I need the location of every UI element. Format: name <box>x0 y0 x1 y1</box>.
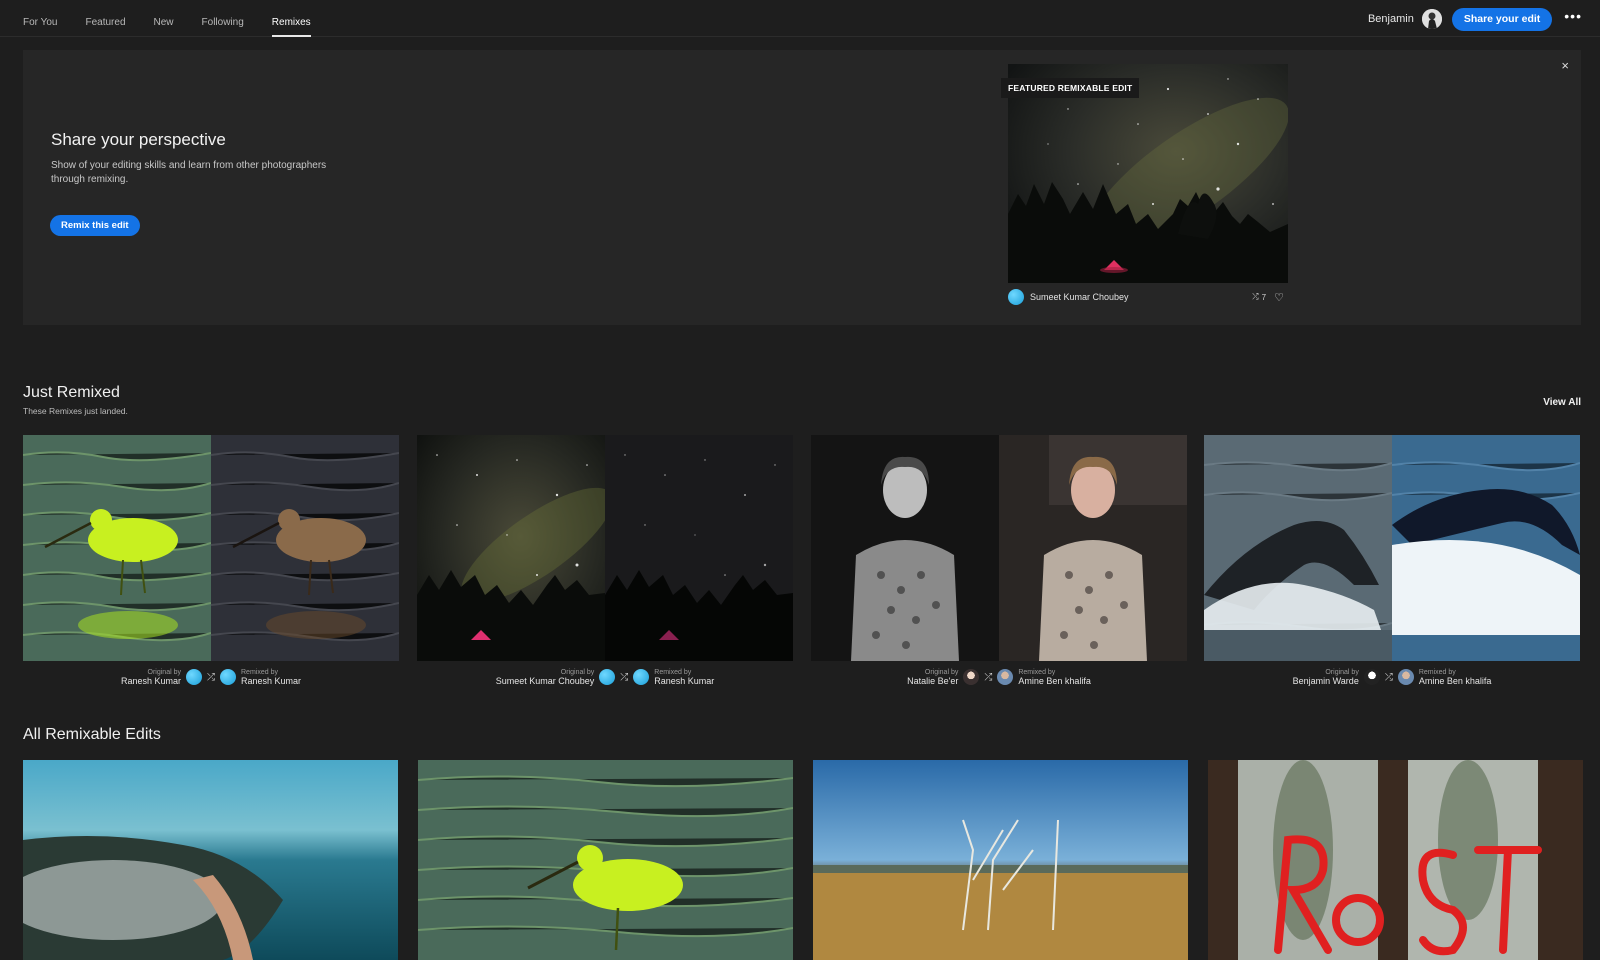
original-avatar[interactable] <box>963 669 980 685</box>
remix-icon: ⤮ <box>1252 292 1259 301</box>
featured-meta: Sumeet Kumar Choubey ⤮ 7 ♡ <box>1008 288 1284 306</box>
just-remixed-subtitle: These Remixes just landed. <box>23 406 128 416</box>
original-avatar[interactable] <box>599 669 616 685</box>
author-avatar[interactable] <box>1008 289 1024 305</box>
remix-icon: ⤮ <box>207 671 215 683</box>
remixed-photo <box>211 435 399 661</box>
remixable-photo[interactable] <box>1208 760 1583 960</box>
heart-icon[interactable]: ♡ <box>1274 291 1284 304</box>
account-area: Benjamin Share your edit ••• <box>1368 7 1582 31</box>
original-author[interactable]: Benjamin Warde <box>1293 677 1359 686</box>
remix-icon: ⤮ <box>620 671 629 683</box>
original-credit: Original by Sumeet Kumar Choubey <box>496 668 595 686</box>
original-credit: Original by Benjamin Warde <box>1293 668 1359 686</box>
remixable-photo[interactable] <box>813 760 1188 960</box>
remixed-credit: Remixed by Amine Ben khalifa <box>1018 668 1091 686</box>
tab-following[interactable]: Following <box>202 0 244 37</box>
remixed-credit: Remixed by Ranesh Kumar <box>241 668 301 686</box>
share-your-edit-button[interactable]: Share your edit <box>1451 7 1553 31</box>
remixer-name[interactable]: Amine Ben khalifa <box>1018 677 1091 686</box>
remixable-photo[interactable] <box>418 760 793 960</box>
remixer-name[interactable]: Ranesh Kumar <box>654 677 714 686</box>
remixer-name[interactable]: Ranesh Kumar <box>241 677 301 686</box>
hero-title: Share your perspective <box>51 130 226 149</box>
remixer-name[interactable]: Amine Ben khalifa <box>1419 677 1492 686</box>
remixed-photo <box>999 435 1187 661</box>
user-avatar[interactable] <box>1421 9 1442 29</box>
remix-icon: ⤮ <box>1384 671 1393 683</box>
remixed-photo <box>605 435 793 661</box>
remixed-credit: Remixed by Ranesh Kumar <box>654 668 714 686</box>
tab-bar: For You Featured New Following Remixes <box>23 0 339 37</box>
original-author[interactable]: Sumeet Kumar Choubey <box>496 677 595 686</box>
remix-card[interactable] <box>23 435 399 661</box>
close-icon[interactable]: × <box>1561 58 1569 73</box>
remix-card[interactable] <box>811 435 1187 661</box>
remixer-avatar[interactable] <box>1397 669 1414 685</box>
original-credit: Original by Natalie Be'er <box>907 668 958 686</box>
hero-description: Show of your editing skills and learn fr… <box>51 160 327 185</box>
remix-icon: ⤮ <box>984 671 993 683</box>
remix-card[interactable] <box>417 435 793 661</box>
view-all-link[interactable]: View All <box>1543 397 1581 408</box>
remix-this-edit-button[interactable]: Remix this edit <box>50 215 140 236</box>
remix-card[interactable] <box>1204 435 1580 661</box>
original-credit: Original by Ranesh Kumar <box>121 668 181 686</box>
tab-featured[interactable]: Featured <box>85 0 125 37</box>
tab-for-you[interactable]: For You <box>23 0 57 37</box>
original-photo <box>417 435 605 661</box>
featured-hero: Share your perspective Show of your edit… <box>23 50 1581 325</box>
more-icon[interactable]: ••• <box>1564 9 1582 27</box>
remix-credits: Original by Ranesh Kumar ⤮ Remixed by Ra… <box>23 666 399 688</box>
top-navigation: For You Featured New Following Remixes B… <box>0 0 1600 37</box>
remixer-avatar[interactable] <box>997 669 1014 685</box>
remix-credits: Original by Natalie Be'er ⤮ Remixed by A… <box>811 666 1187 688</box>
remix-credits: Original by Benjamin Warde ⤮ Remixed by … <box>1204 666 1580 688</box>
original-avatar[interactable] <box>1363 669 1380 685</box>
remixable-photo[interactable] <box>23 760 398 960</box>
username: Benjamin <box>1367 13 1414 25</box>
author-name[interactable]: Sumeet Kumar Choubey <box>1030 292 1252 302</box>
remix-count-value: 7 <box>1261 292 1267 302</box>
tab-remixes[interactable]: Remixes <box>271 0 311 37</box>
remix-count: ⤮ 7 <box>1252 292 1266 302</box>
original-author[interactable]: Natalie Be'er <box>907 677 958 686</box>
original-avatar[interactable] <box>186 669 202 685</box>
original-photo <box>1204 435 1392 661</box>
just-remixed-title: Just Remixed <box>23 384 120 401</box>
original-author[interactable]: Ranesh Kumar <box>121 677 181 686</box>
remixed-credit: Remixed by Amine Ben khalifa <box>1419 668 1492 686</box>
featured-badge: FEATURED REMIXABLE EDIT <box>1001 78 1140 98</box>
remixed-photo <box>1392 435 1580 661</box>
tab-new[interactable]: New <box>154 0 174 37</box>
original-photo <box>811 435 999 661</box>
remixer-avatar[interactable] <box>220 669 236 685</box>
original-photo <box>23 435 211 661</box>
remixer-avatar[interactable] <box>633 669 650 685</box>
all-remixable-title: All Remixable Edits <box>23 726 161 743</box>
remix-credits: Original by Sumeet Kumar Choubey ⤮ Remix… <box>417 666 793 688</box>
